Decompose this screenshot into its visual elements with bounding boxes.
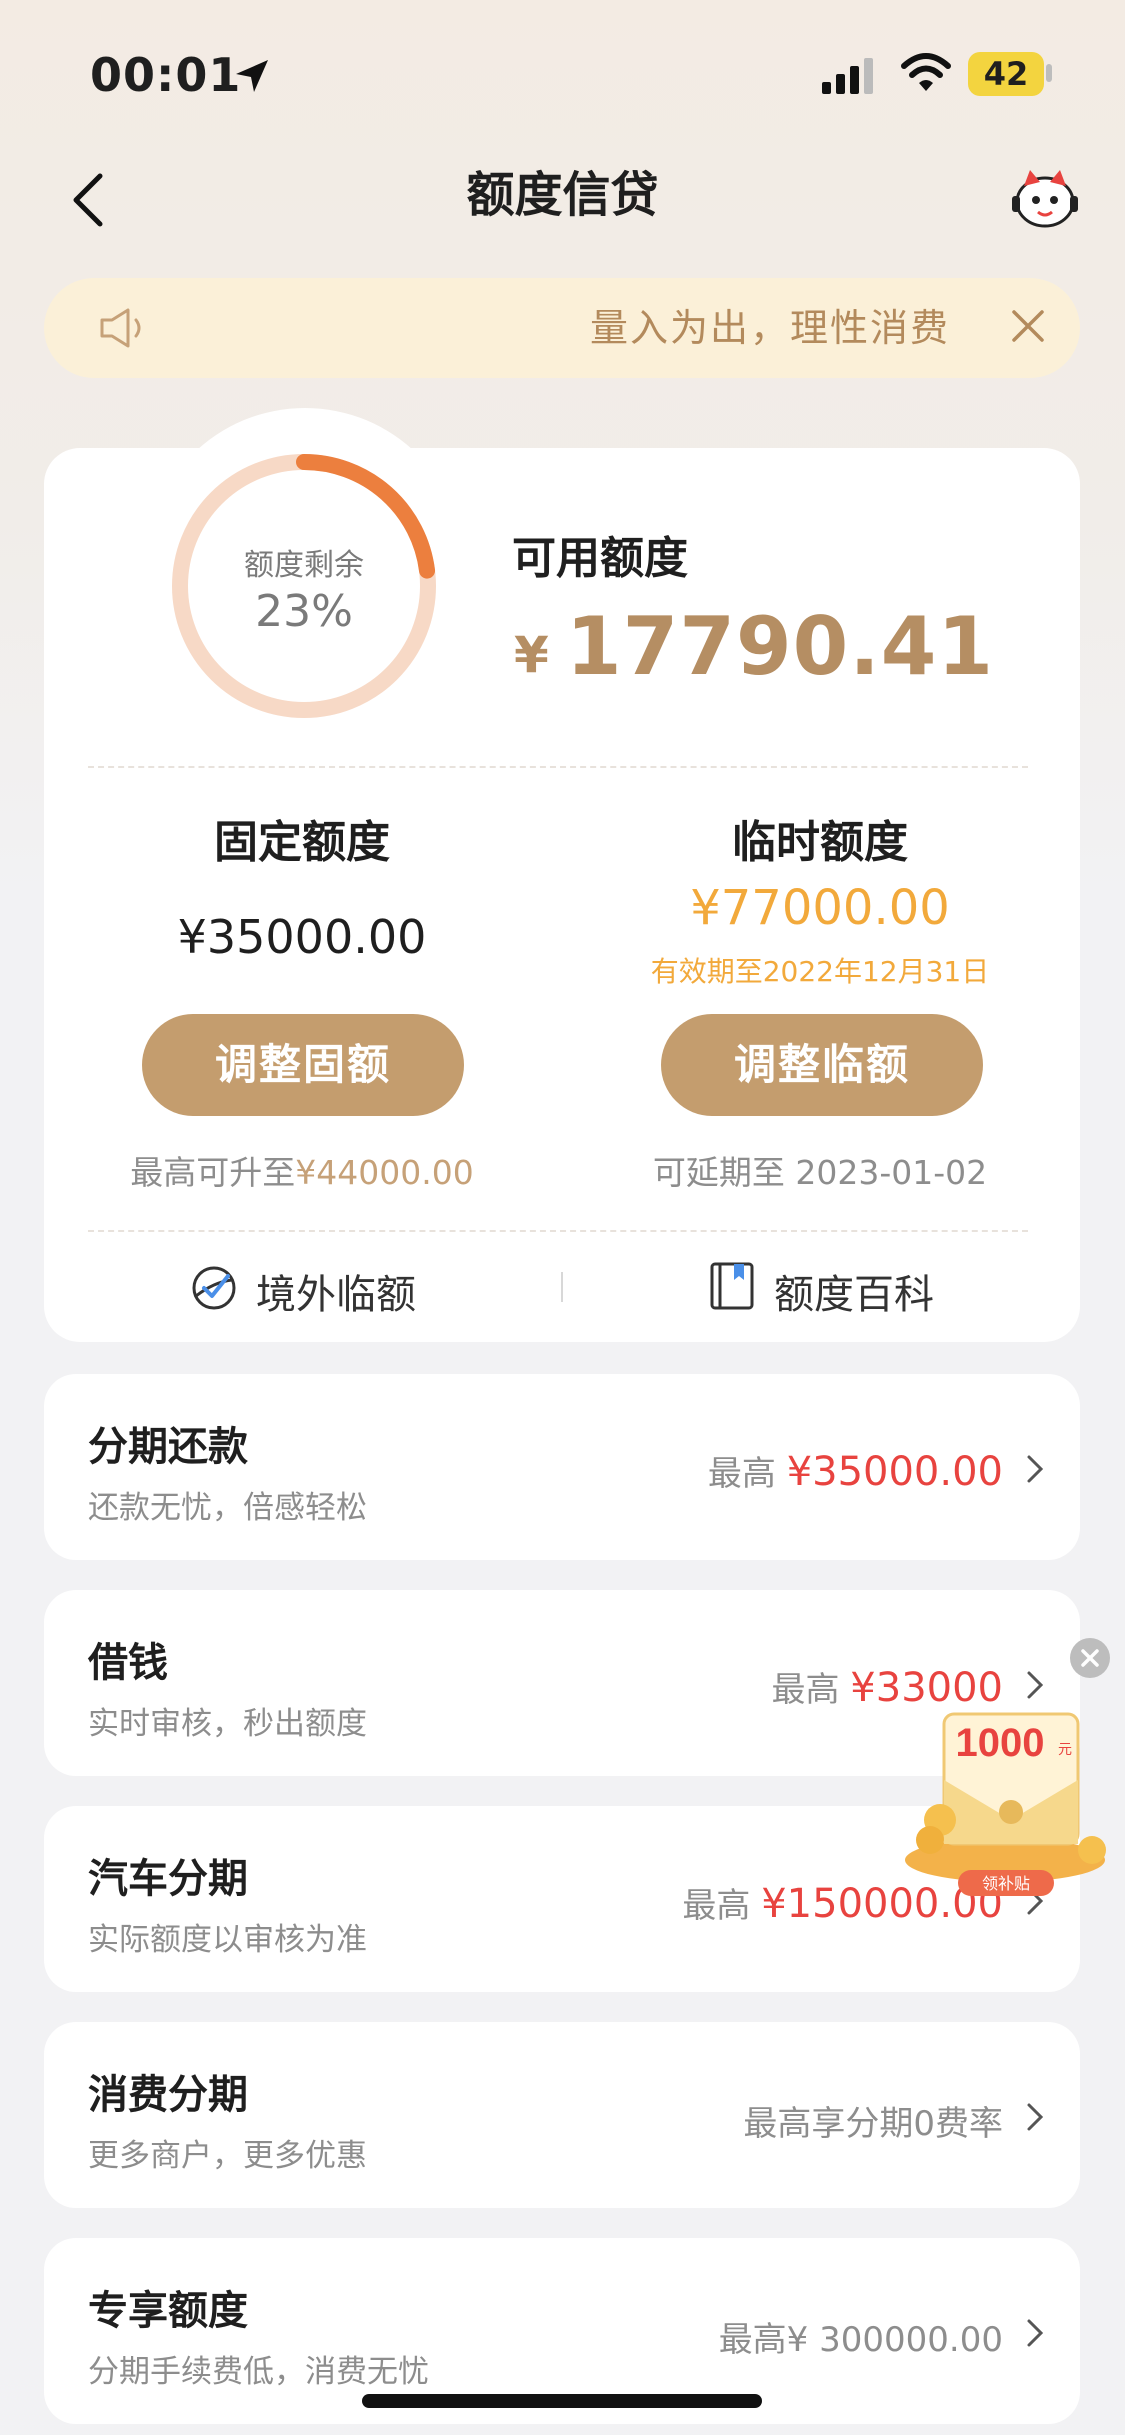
list-item-subtitle: 分期手续费低，消费无忧 [88,2354,429,2390]
overseas-globe-icon [192,1266,236,1310]
list-item-subtitle: 更多商户，更多优惠 [88,2138,367,2174]
fixed-amount: ¥35000.00 [177,910,427,964]
temp-expiry: 有效期至2022年12月31日 [650,955,990,988]
list-item-subtitle: 实际额度以审核为准 [88,1922,367,1958]
list-item-subtitle: 实时审核，秒出额度 [88,1706,367,1742]
notice-text: 量入为出，理性消费 [589,306,950,350]
coupon-amount: 1000 [956,1721,1045,1765]
adjust-fixed-button[interactable]: 调整固额 [142,1014,464,1116]
adjust-temp-button[interactable]: 调整临额 [661,1014,983,1116]
list-item-title: 分期还款 [88,1424,248,1470]
ring-label: 额度剩余 [244,548,364,583]
wifi-icon [901,53,951,91]
close-icon[interactable] [1008,306,1048,346]
chevron-right-icon [1027,1455,1044,1483]
status-time: 00:01 [90,48,242,102]
list-item-title: 汽车分期 [88,1856,248,1902]
coupon-unit: 元 [1058,1741,1072,1757]
limit-prefix: 最高 [707,1454,776,1494]
temp-amount: ¥77000.00 [690,880,950,936]
list-item-limit: 最高 ¥35000.00 [708,1446,1003,1495]
list-item-title: 借钱 [88,1640,168,1686]
limit-prefix: 最高 [682,1886,751,1926]
speaker-icon [100,308,141,348]
link-separator [561,1272,563,1302]
chevron-right-icon [1027,2103,1044,2131]
book-icon [710,1262,754,1310]
available-amount: 17790.41 [566,600,995,693]
fixed-max-note: 最高可升至¥44000.00 [52,1146,552,1194]
battery-tip [1046,64,1052,82]
limit-prefix: 最高 [771,1670,840,1710]
fixed-max-value: ¥44000.00 [295,1153,474,1192]
chevron-right-icon [1027,2319,1044,2347]
close-coupon-icon[interactable] [1070,1638,1110,1678]
list-item-right-text: 最高享分期0费率 [743,2104,1003,2144]
list-item-right-text: 最高¥ 300000.00 [718,2320,1003,2360]
coupon-label: 领补贴 [982,1875,1030,1893]
list-item-title: 专享额度 [88,2288,248,2334]
cellular-signal-icon [822,58,873,94]
divider [88,1230,1028,1232]
divider [88,766,1028,768]
available-currency: ¥ [514,626,549,684]
page-title: 额度信贷 [466,167,659,223]
available-label: 可用额度 [512,533,688,584]
overseas-link[interactable]: 境外临额 [256,1262,416,1320]
fixed-max-prefix: 最高可升至 [130,1153,296,1192]
subsidy-coupon-widget[interactable]: 1000 元 领补贴 [900,1700,1125,1900]
mascot-customer-service-icon[interactable] [1010,166,1080,230]
home-indicator[interactable] [362,2394,762,2408]
temp-title: 临时额度 [732,817,908,868]
chevron-right-icon [1027,1671,1044,1699]
list-item-title: 消费分期 [88,2072,248,2118]
ring-percent: 23% [255,586,353,637]
battery-level: 42 [968,52,1044,96]
location-arrow-icon [236,60,268,92]
fixed-title: 固定额度 [214,817,390,868]
wiki-link[interactable]: 额度百科 [774,1262,934,1320]
list-item-subtitle: 还款无忧，倍感轻松 [88,1490,367,1526]
temp-extend-note: 可延期至 2023-01-02 [652,1153,988,1192]
limit-value: ¥35000.00 [786,1449,1003,1495]
